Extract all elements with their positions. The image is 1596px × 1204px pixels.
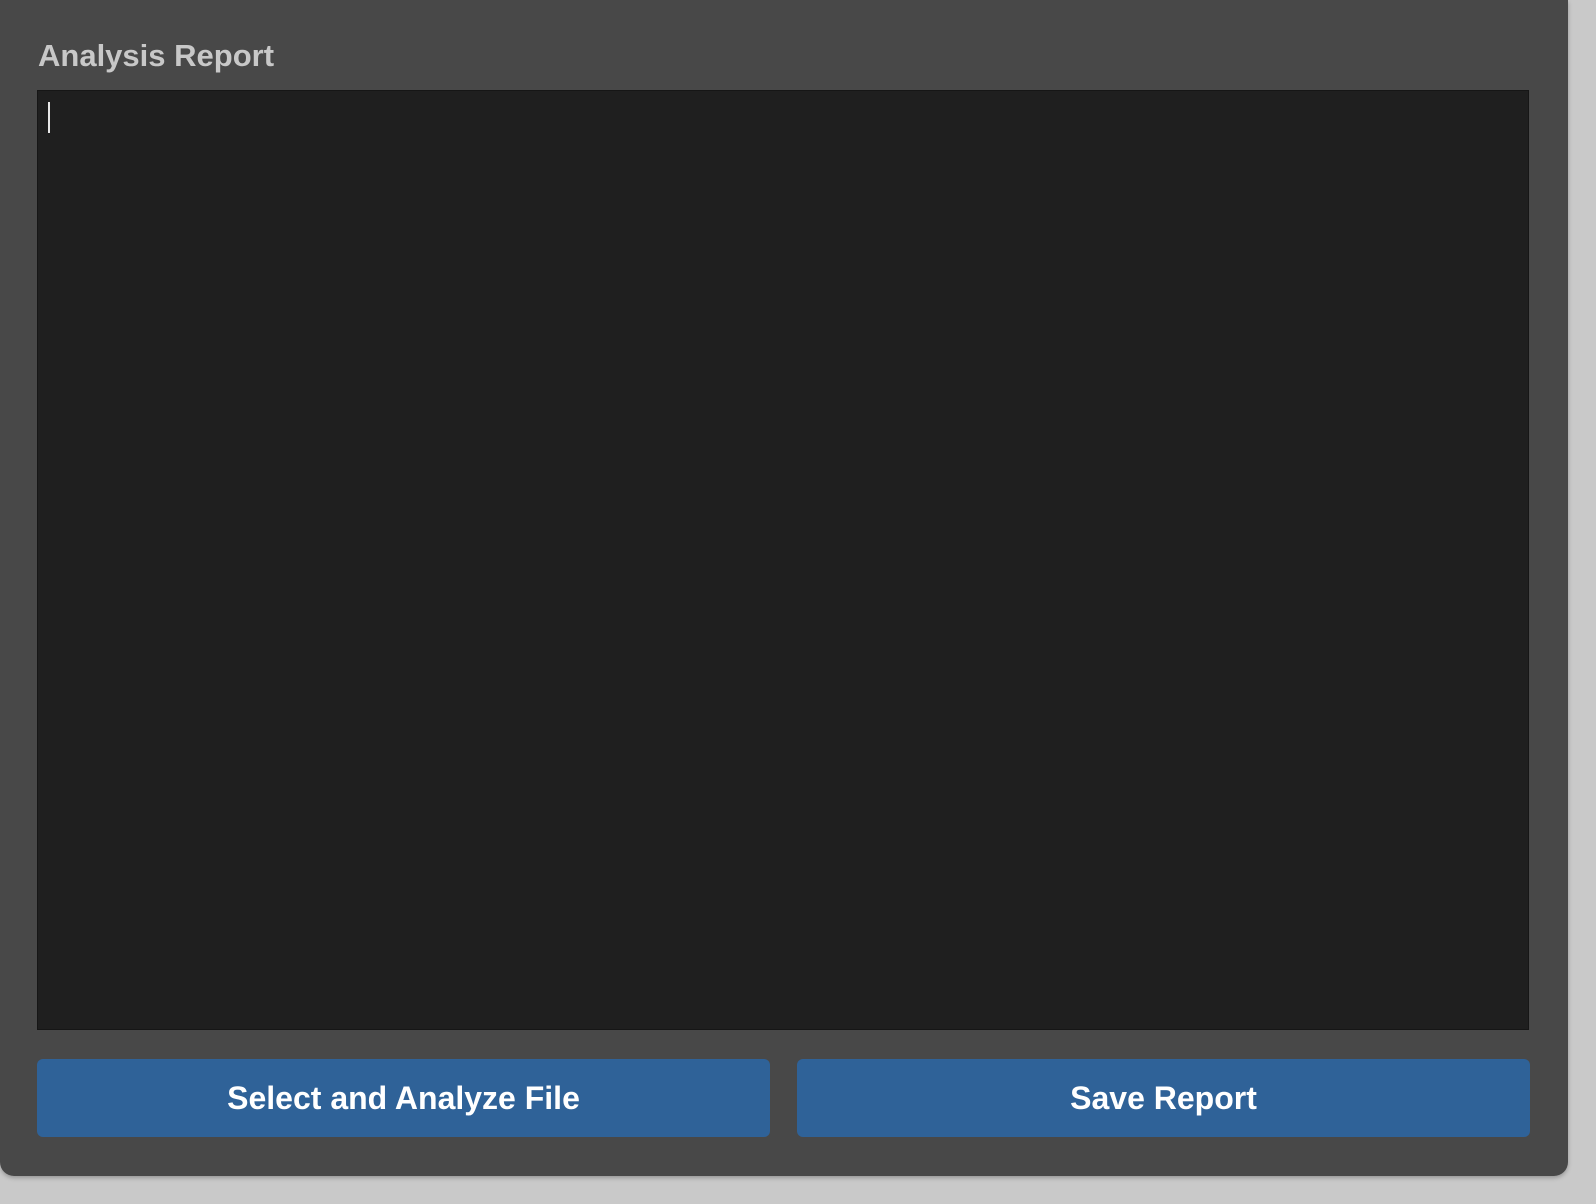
report-title: Analysis Report bbox=[38, 38, 275, 73]
text-caret bbox=[48, 102, 50, 133]
app-window: Analysis Report Select and Analyze File … bbox=[0, 0, 1568, 1176]
report-text-area[interactable] bbox=[37, 90, 1529, 1030]
select-and-analyze-file-button[interactable]: Select and Analyze File bbox=[37, 1059, 770, 1137]
save-report-button[interactable]: Save Report bbox=[797, 1059, 1530, 1137]
report-content bbox=[48, 101, 1518, 1019]
